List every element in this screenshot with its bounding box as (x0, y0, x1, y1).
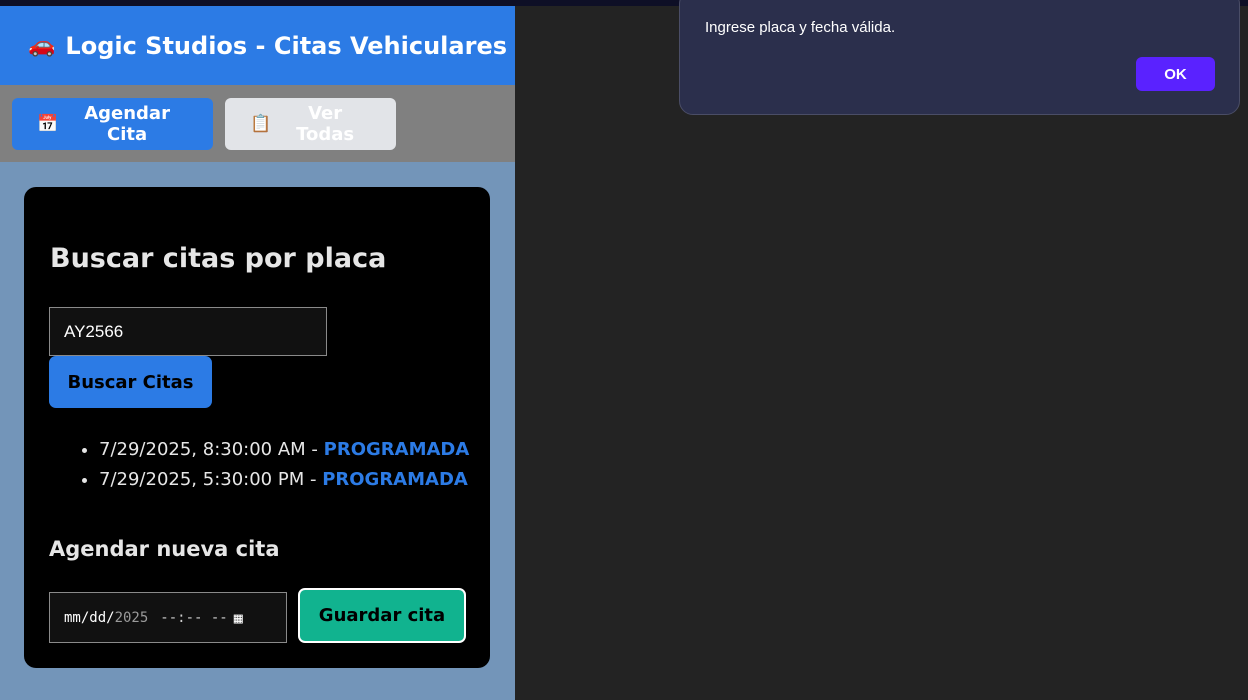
search-appointments-button[interactable]: Buscar Citas (49, 356, 212, 408)
save-appointment-button[interactable]: Guardar cita (298, 588, 466, 643)
appointment-card: Buscar citas por placa Buscar Citas 7/29… (24, 187, 490, 668)
view-all-button[interactable]: 📋 Ver Todas (225, 97, 396, 150)
alert-dialog: Ingrese placa y fecha válida. OK (679, 0, 1240, 115)
separator: - (305, 439, 324, 460)
separator: - (304, 469, 323, 490)
new-appointment-heading: Agendar nueva cita (49, 537, 280, 561)
status-badge: PROGRAMADA (322, 469, 468, 490)
app-title: Logic Studios - Citas Vehiculares (65, 31, 508, 60)
appointment-results-list: 7/29/2025, 8:30:00 AM - PROGRAMADA 7/29/… (99, 435, 469, 495)
calendar-picker-icon[interactable]: ▦ (234, 609, 243, 627)
list-item: 7/29/2025, 5:30:00 PM - PROGRAMADA (99, 465, 469, 495)
schedule-appointment-button[interactable]: 📅 Agendar Cita (12, 97, 213, 150)
date-month-day: mm/dd/ (64, 609, 115, 626)
plate-input[interactable] (49, 307, 327, 356)
clipboard-icon: 📋 (250, 113, 272, 134)
view-all-label: Ver Todas (296, 102, 355, 145)
list-item: 7/29/2025, 8:30:00 AM - PROGRAMADA (99, 435, 469, 465)
nav-bar: 📅 Agendar Cita 📋 Ver Todas (0, 85, 515, 162)
calendar-icon: 📅 (37, 113, 59, 134)
time-placeholder: --:-- -- (160, 609, 228, 626)
date-year: 2025 (114, 609, 149, 626)
search-heading: Buscar citas por placa (50, 243, 387, 274)
car-icon: 🚗 (28, 32, 56, 58)
ok-button[interactable]: OK (1136, 57, 1215, 91)
appointment-datetime: 7/29/2025, 5:30:00 PM (99, 469, 305, 490)
datetime-input[interactable]: mm/dd/2025 --:-- -- ▦ (49, 592, 287, 643)
appointment-datetime: 7/29/2025, 8:30:00 AM (99, 439, 306, 460)
status-badge: PROGRAMADA (323, 439, 470, 460)
alert-message: Ingrese placa y fecha válida. (705, 19, 896, 36)
app-panel: 🚗 Logic Studios - Citas Vehiculares 📅 Ag… (0, 6, 515, 700)
app-header: 🚗 Logic Studios - Citas Vehiculares (0, 6, 515, 85)
schedule-appointment-label: Agendar Cita (84, 102, 170, 145)
